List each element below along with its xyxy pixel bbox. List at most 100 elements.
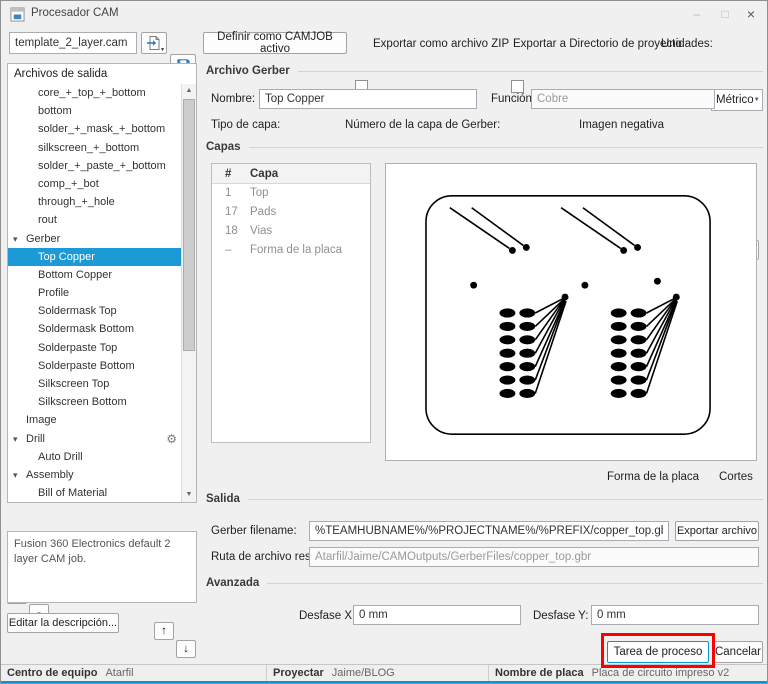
load-job-button[interactable]: ▼ bbox=[141, 32, 167, 54]
output-files-panel: Archivos de salida core_+_top_+_bottom bo… bbox=[7, 63, 197, 503]
expand-arrow-icon[interactable]: ▾ bbox=[13, 430, 18, 448]
title-bar[interactable]: Procesador CAM – □ × bbox=[1, 1, 767, 27]
define-camjob-button[interactable]: Definir como CAMJOB activo bbox=[203, 31, 347, 55]
tree-item-top-copper[interactable]: Top Copper bbox=[8, 247, 181, 266]
tree-item-bottom[interactable]: bottom bbox=[8, 102, 181, 120]
tree-item-image[interactable]: Image bbox=[8, 411, 181, 429]
col-layer: Capa bbox=[250, 168, 279, 180]
offset-y-input[interactable] bbox=[591, 605, 759, 625]
move-up-button[interactable]: ↑ bbox=[154, 622, 174, 640]
tree-item-label: core_+_top_+_bottom bbox=[38, 87, 146, 99]
tree-item-gerber[interactable]: ▾ Gerber bbox=[8, 230, 181, 248]
tree-item-label: Gerber bbox=[26, 232, 61, 245]
tree-item-assembly[interactable]: ▾ Assembly bbox=[8, 466, 181, 484]
tree-item-label: through_+_hole bbox=[38, 196, 115, 209]
scroll-down-icon[interactable]: ▼ bbox=[182, 488, 196, 502]
gerber-filename-input[interactable] bbox=[309, 521, 669, 541]
tree-item-silkscreen-bottom[interactable]: Silkscreen Bottom bbox=[8, 393, 181, 411]
scrollbar-thumb[interactable] bbox=[183, 99, 195, 351]
col-number: # bbox=[225, 168, 232, 180]
tree-item-label: Top Copper bbox=[38, 250, 95, 263]
tree-item-solderpaste-top[interactable]: Solderpaste Top bbox=[8, 339, 181, 357]
layer-row[interactable]: – Forma de la placa bbox=[212, 241, 370, 260]
function-input[interactable] bbox=[531, 89, 715, 109]
layer-row[interactable]: 17 Pads bbox=[212, 203, 370, 222]
pcb-preview-svg bbox=[425, 194, 711, 435]
maximize-button[interactable]: □ bbox=[711, 1, 739, 27]
cancel-button[interactable]: Cancelar bbox=[713, 641, 763, 663]
close-button[interactable]: × bbox=[737, 1, 765, 27]
edit-description-button[interactable]: Editar la descripción... bbox=[7, 613, 119, 633]
cam-processor-dialog: Procesador CAM – □ × ▼ ▼ Definir como CA… bbox=[0, 0, 768, 684]
minimize-button[interactable]: – bbox=[683, 1, 711, 27]
status-value: Atarfil bbox=[105, 667, 134, 679]
status-label: Nombre de placa bbox=[495, 667, 584, 679]
tree-item-silkscreen-top[interactable]: Silkscreen Top bbox=[8, 375, 181, 393]
move-down-button[interactable]: ↓ bbox=[176, 640, 196, 658]
status-cell: Proyectar Jaime/BLOG bbox=[267, 665, 489, 681]
section-rule bbox=[247, 498, 763, 500]
export-project-dir-checkbox[interactable] bbox=[511, 80, 525, 93]
tree-item-label: Image bbox=[26, 414, 57, 427]
units-select[interactable]: Métrico ▼ bbox=[711, 89, 763, 111]
export-zip-label: Exportar como archivo ZIP bbox=[373, 38, 510, 50]
gerber-section-header: Archivo Gerber bbox=[206, 65, 763, 77]
status-value: Jaime/BLOG bbox=[331, 667, 395, 679]
layer-row[interactable]: 1 Top bbox=[212, 184, 370, 203]
tree-item-profile[interactable]: Profile bbox=[8, 284, 181, 302]
name-input[interactable] bbox=[259, 89, 477, 109]
expand-arrow-icon[interactable]: ▾ bbox=[13, 466, 18, 484]
layers-section-header: Capas bbox=[206, 141, 763, 153]
tree-item-bill-of-material[interactable]: Bill of Material bbox=[8, 484, 181, 502]
status-label: Centro de equipo bbox=[7, 667, 98, 679]
tree-item-bottom-copper[interactable]: Bottom Copper bbox=[8, 266, 181, 284]
tree-item-soldermask-bottom[interactable]: Soldermask Bottom bbox=[8, 320, 181, 338]
scroll-up-icon[interactable]: ▲ bbox=[182, 84, 196, 98]
tree-item-label: Soldermask Bottom bbox=[38, 323, 134, 336]
tree-item-silkscreen-bottom[interactable]: silkscreen_+_bottom bbox=[8, 139, 181, 157]
layer-number: 1 bbox=[225, 187, 232, 199]
status-value: Placa de circuito impreso v2 bbox=[591, 667, 730, 679]
expand-arrow-icon[interactable]: ▾ bbox=[13, 230, 18, 248]
layer-type-label: Tipo de capa: bbox=[211, 119, 281, 131]
tree-item-label: rout bbox=[38, 214, 57, 227]
tree-item-label: solder_+_paste_+_bottom bbox=[38, 159, 166, 172]
section-rule bbox=[297, 70, 763, 72]
offset-y-label: Desfase Y: bbox=[533, 610, 589, 622]
tree-item-label: Bill of Material bbox=[38, 487, 108, 500]
layers-table-header: # Capa bbox=[212, 164, 370, 184]
layer-number: 17 bbox=[225, 206, 238, 218]
offset-x-input[interactable] bbox=[353, 605, 521, 625]
layer-number: 18 bbox=[225, 225, 238, 237]
advanced-section-title: Avanzada bbox=[206, 577, 260, 589]
gerber-filename-label: Gerber filename: bbox=[211, 525, 297, 537]
tree-item-label: Silkscreen Top bbox=[38, 378, 110, 390]
tree-item-core-top-bottom[interactable]: core_+_top_+_bottom bbox=[8, 84, 181, 102]
job-description: Fusion 360 Electronics default 2 layer C… bbox=[7, 531, 197, 603]
board-shape-label: Forma de la placa bbox=[607, 471, 700, 483]
down-arrow-icon: ↓ bbox=[183, 643, 189, 655]
tree-item-through-hole[interactable]: through_+_hole bbox=[8, 193, 181, 211]
tree-item-drill[interactable]: ▾ Drill ⚙ bbox=[8, 430, 181, 448]
tree-item-solder-paste-bottom[interactable]: solder_+_paste_+_bottom bbox=[8, 157, 181, 175]
tree-scrollbar[interactable]: ▲ ▼ bbox=[181, 84, 196, 502]
layer-number-label: Número de la capa de Gerber: bbox=[345, 119, 501, 131]
tree-item-solder-mask-bottom[interactable]: solder_+_mask_+_bottom bbox=[8, 120, 181, 138]
app-icon bbox=[10, 7, 25, 22]
status-cell: Centro de equipo Atarfil bbox=[1, 665, 267, 681]
tree-item-soldermask-top[interactable]: Soldermask Top bbox=[8, 302, 181, 320]
tree-item-label: comp_+_bot bbox=[38, 177, 99, 190]
layer-row[interactable]: 18 Vias bbox=[212, 222, 370, 241]
gear-icon[interactable]: ⚙ bbox=[166, 430, 177, 448]
tree-item-comp-bot[interactable]: comp_+_bot bbox=[8, 175, 181, 193]
cam-file-input[interactable] bbox=[9, 32, 137, 54]
process-job-button[interactable]: Tarea de proceso bbox=[607, 641, 709, 663]
output-files-tree: core_+_top_+_bottombottom solder_+_mask_+… bbox=[8, 84, 181, 502]
tree-item-rout[interactable]: rout bbox=[8, 211, 181, 229]
tree-item-label: Profile bbox=[38, 287, 70, 300]
tree-item-auto-drill[interactable]: Auto Drill bbox=[8, 448, 181, 466]
up-arrow-icon: ↑ bbox=[161, 625, 167, 637]
tree-item-solderpaste-bottom[interactable]: Solderpaste Bottom bbox=[8, 357, 181, 375]
export-file-button[interactable]: Exportar archivo bbox=[675, 521, 759, 541]
tree-item-label: Drill bbox=[26, 432, 45, 445]
